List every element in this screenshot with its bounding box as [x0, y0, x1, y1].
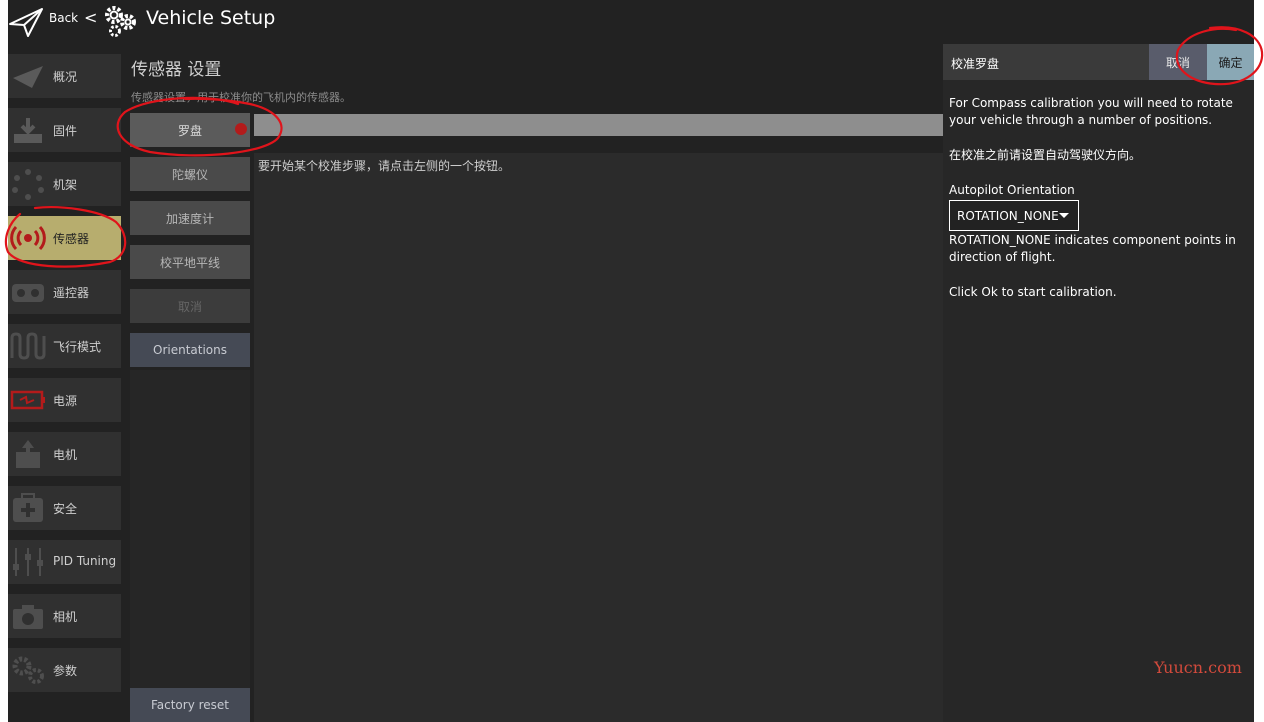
sensor-radio-icon — [10, 225, 46, 251]
orientation-value: ROTATION_NONE — [957, 208, 1059, 223]
compass-button[interactable]: 罗盘 — [130, 113, 250, 147]
sidebar-item-safety[interactable]: 安全 — [8, 486, 121, 530]
sidebar-item-label: PID Tuning — [53, 554, 117, 568]
sidebar-item-airframe[interactable]: 机架 — [8, 162, 121, 206]
download-firmware-icon — [14, 118, 42, 143]
sidebar-item-label: 遥控器 — [53, 286, 90, 300]
sidebar-item-parameters[interactable]: 参数 — [8, 648, 121, 692]
chevron-down-icon — [1059, 213, 1069, 218]
sidebar-item-flight-modes[interactable]: 飞行模式 — [8, 324, 121, 368]
back-link[interactable]: Back — [49, 11, 78, 25]
button-column-background — [130, 370, 250, 722]
orientation-label: Autopilot Orientation — [949, 183, 1075, 197]
paper-plane-icon[interactable] — [8, 6, 44, 38]
watermark: Yuucn.com — [1154, 658, 1242, 677]
gears-icon — [105, 6, 136, 37]
accelerometer-button[interactable]: 加速度计 — [130, 201, 250, 235]
sidebar-item-label: 相机 — [53, 610, 78, 624]
sidebar-item-label: 电源 — [53, 394, 78, 408]
ok-button[interactable]: 确定 — [1207, 44, 1254, 80]
sidebar-item-power[interactable]: 电源 — [8, 378, 121, 422]
factory-reset-button[interactable]: Factory reset — [130, 688, 250, 722]
calibration-progress-bar — [254, 114, 943, 136]
calibration-instructions: For Compass calibration you will need to… — [949, 96, 1233, 127]
instruction-text: 要开始某个校准步骤，请点击左侧的一个按钮。 — [258, 159, 511, 173]
app-window: Back < Vehicle Setup 概况 固件 机架 传感器 遥控器 飞行… — [8, 0, 1254, 722]
sensors-description: 传感器设置，用于校准你的飞机内的传感器。 — [131, 91, 351, 104]
flight-mode-wave-icon — [10, 332, 46, 360]
cancel-button[interactable]: 取消 — [1149, 44, 1207, 80]
sidebar-item-sensors[interactable]: 传感器 — [8, 216, 121, 260]
sidebar-item-radio[interactable]: 遥控器 — [8, 270, 121, 314]
sidebar-item-summary[interactable]: 概况 — [8, 54, 121, 98]
status-dot — [235, 123, 247, 135]
sensors-title: 传感器 设置 — [131, 60, 222, 80]
sidebar-item-label: 参数 — [53, 664, 78, 678]
compass-calibration-panel: 校准罗盘 取消 确定 For Compass calibration you w… — [943, 44, 1254, 722]
panel-title: 校准罗盘 — [951, 57, 1000, 71]
radio-controller-icon — [12, 284, 44, 302]
sidebar-item-label: 电机 — [53, 448, 78, 462]
compass-button-label: 罗盘 — [177, 123, 202, 138]
gears-icon — [12, 656, 44, 684]
top-toolbar: Back < Vehicle Setup — [8, 0, 1254, 44]
first-aid-icon — [13, 493, 43, 522]
orientation-note: ROTATION_NONE indicates component points… — [949, 233, 1236, 264]
sidebar-item-label: 概况 — [53, 70, 78, 84]
gyro-button[interactable]: 陀螺仪 — [130, 157, 250, 191]
paper-plane-icon — [13, 66, 43, 88]
airframe-dots-icon — [12, 169, 44, 200]
orientation-hint: 在校准之前请设置自动驾驶仪方向。 — [949, 148, 1142, 162]
sidebar-item-label: 传感器 — [53, 232, 90, 246]
status-text-area: 要开始某个校准步骤，请点击左侧的一个按钮。 — [254, 153, 943, 722]
start-note: Click Ok to start calibration. — [949, 285, 1117, 299]
sliders-icon — [13, 548, 43, 576]
sidebar-item-label: 机架 — [53, 178, 78, 192]
level-horizon-button[interactable]: 校平地平线 — [130, 245, 250, 279]
breadcrumb-separator: < — [84, 8, 98, 27]
sidebar-item-label: 飞行模式 — [53, 340, 102, 354]
camera-icon — [13, 605, 43, 629]
panel-header: 校准罗盘 取消 确定 — [943, 44, 1254, 80]
orientation-dropdown[interactable]: ROTATION_NONE — [949, 200, 1079, 231]
sidebar-item-motors[interactable]: 电机 — [8, 432, 121, 476]
motor-icon — [16, 440, 40, 468]
orientations-button[interactable]: Orientations — [130, 333, 250, 367]
sidebar-item-label: 固件 — [53, 124, 78, 138]
sidebar-item-label: 安全 — [53, 502, 78, 516]
battery-icon — [10, 390, 45, 410]
sidebar-item-camera[interactable]: 相机 — [8, 594, 121, 638]
sidebar-item-firmware[interactable]: 固件 — [8, 108, 121, 152]
page-title: Vehicle Setup — [146, 7, 276, 29]
sidebar-item-pid-tuning[interactable]: PID Tuning — [8, 540, 121, 584]
cancel-calibration-button[interactable]: 取消 — [130, 289, 250, 323]
